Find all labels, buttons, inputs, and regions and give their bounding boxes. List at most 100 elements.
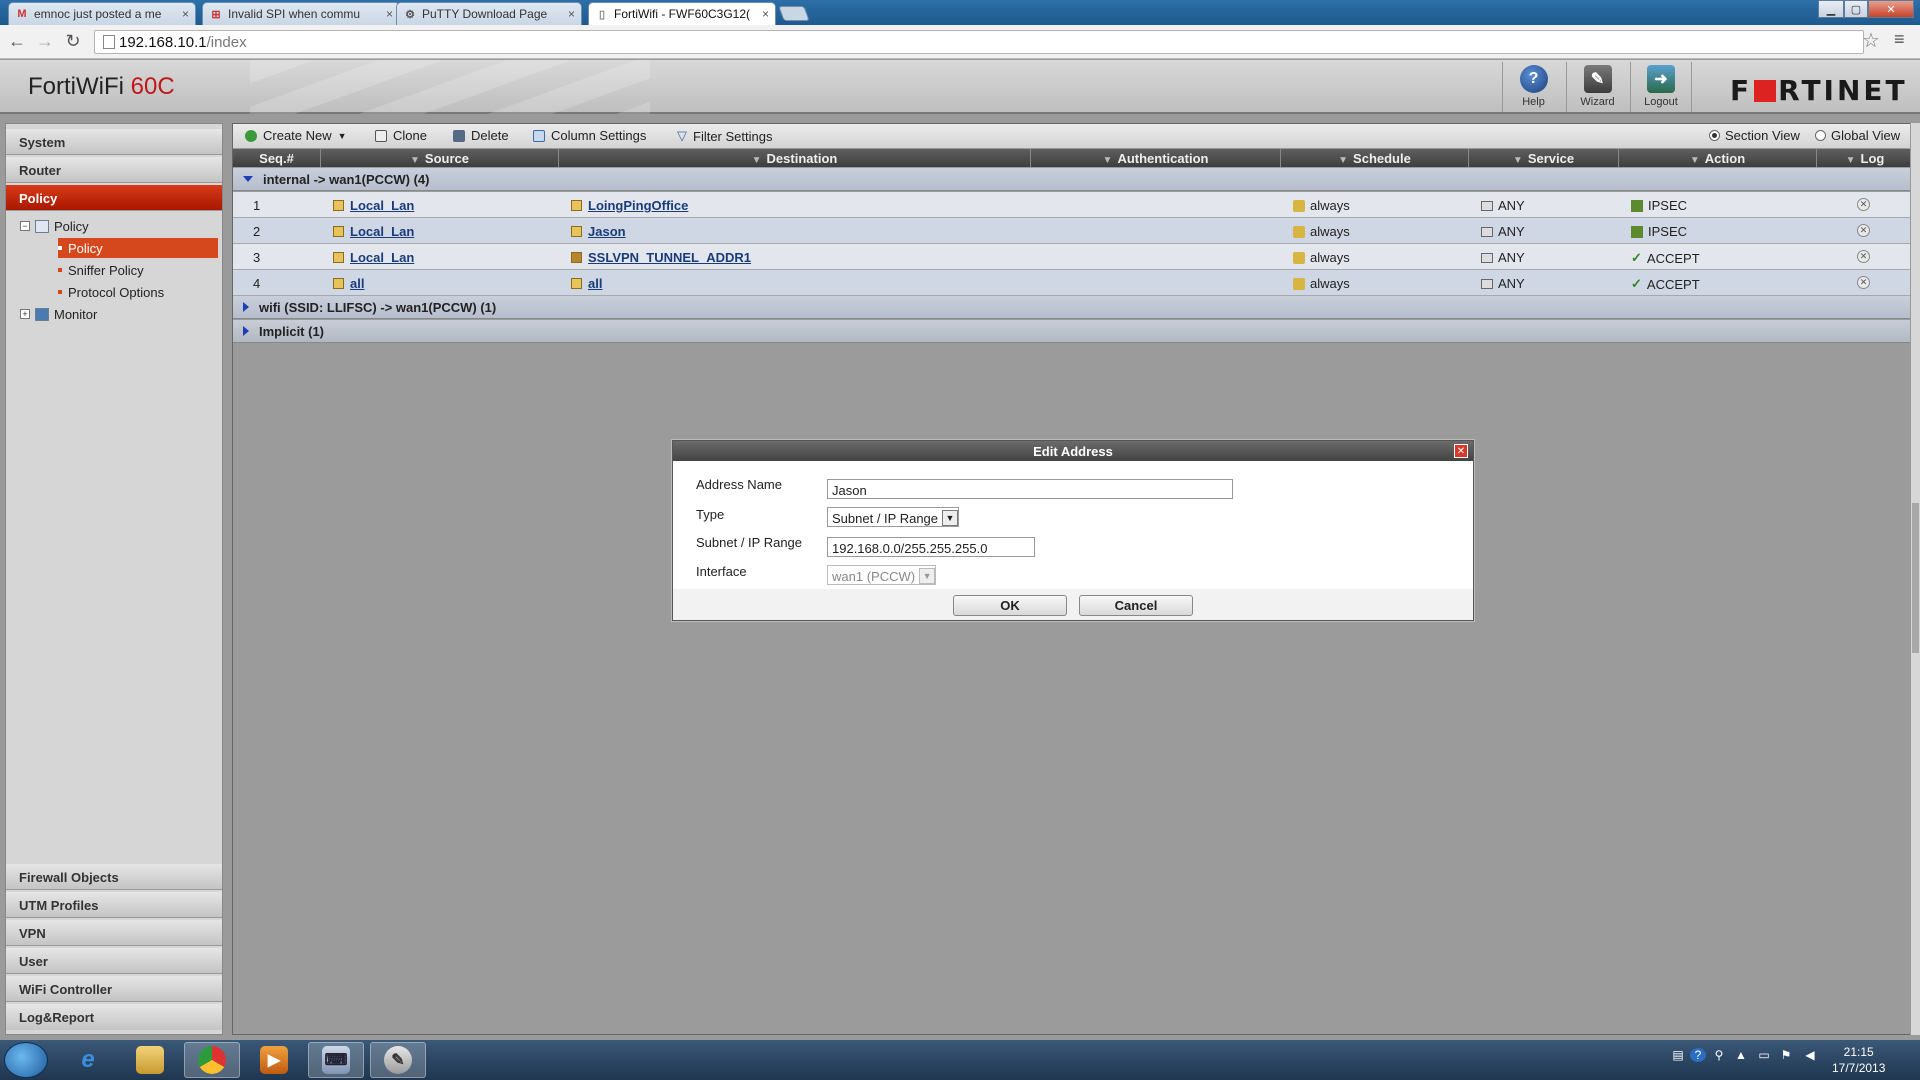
section-view-radio[interactable] (1709, 130, 1720, 141)
close-tab-icon[interactable]: × (568, 7, 575, 21)
sidebar-section-vpn[interactable]: VPN (6, 920, 222, 946)
header-source[interactable]: ▼ Source (321, 149, 559, 167)
table-row[interactable]: 2 Local_Lan Jason always ANY IPSEC ✕ (233, 218, 1913, 244)
filter-icon[interactable]: ▼ (1103, 155, 1113, 166)
table-row[interactable]: 1 Local_Lan LoingPingOffice always ANY I… (233, 192, 1913, 218)
taskbar-putty[interactable]: ⌨ (308, 1042, 364, 1078)
tree-policy-folder[interactable]: − Policy (20, 216, 89, 236)
filter-icon[interactable]: ▼ (1690, 155, 1700, 166)
cancel-button[interactable]: Cancel (1079, 595, 1193, 616)
browser-tab-fortiwifi[interactable]: ▯ FortiWifi - FWF60C3G12( × (588, 2, 776, 25)
dialog-close-icon[interactable]: ✕ (1454, 444, 1468, 458)
section-view-option[interactable]: Section View (1709, 128, 1800, 143)
policy-section-internal-wan1[interactable]: internal -> wan1(PCCW) (4) (233, 168, 1913, 191)
sidebar-section-policy[interactable]: Policy (6, 185, 222, 211)
policy-section-implicit[interactable]: Implicit (1) (233, 320, 1913, 343)
header-service[interactable]: ▼ Service (1469, 149, 1619, 167)
sidebar-section-user[interactable]: User (6, 948, 222, 974)
filter-icon[interactable]: ▼ (1338, 155, 1348, 166)
sidebar-section-utm-profiles[interactable]: UTM Profiles (6, 892, 222, 918)
expand-arrow-icon[interactable] (243, 302, 249, 312)
log-cell[interactable]: ✕ (1857, 224, 1870, 237)
tree-item-protocol-options[interactable]: Protocol Options (58, 282, 164, 302)
taskbar-chrome[interactable] (184, 1042, 240, 1078)
browser-menu-icon[interactable]: ≡ (1894, 29, 1905, 50)
global-view-radio[interactable] (1815, 130, 1826, 141)
scrollbar-thumb[interactable] (1912, 503, 1919, 653)
header-destination[interactable]: ▼ Destination (559, 149, 1031, 167)
source-cell[interactable]: all (333, 276, 364, 291)
sidebar-section-system[interactable]: System (6, 129, 222, 155)
tray-monitor-icon[interactable]: ▭ (1756, 1048, 1772, 1062)
collapse-arrow-icon[interactable] (243, 176, 253, 182)
url-input[interactable]: 192.168.10.1/index (94, 30, 1864, 54)
tray-help-icon[interactable]: ? (1690, 1048, 1706, 1062)
filter-icon[interactable]: ▼ (752, 155, 762, 166)
sidebar-section-wifi-controller[interactable]: WiFi Controller (6, 976, 222, 1002)
tray-show-hidden-icon[interactable]: ▲ (1734, 1048, 1748, 1062)
table-row[interactable]: 4 all all always ANY ✓ ACCEPT ✕ (233, 270, 1913, 296)
wizard-button[interactable]: ✎ Wizard (1566, 62, 1628, 112)
maximize-window-icon[interactable]: ▢ (1844, 0, 1868, 18)
create-new-button[interactable]: Create New ▼ (245, 128, 347, 143)
new-tab-button[interactable] (778, 6, 810, 21)
ok-button[interactable]: OK (953, 595, 1067, 616)
taskbar-internet-explorer[interactable]: e (60, 1042, 116, 1078)
tree-item-policy[interactable]: Policy (58, 238, 218, 258)
tray-flag-icon[interactable]: ⚑ (1778, 1048, 1794, 1062)
sidebar-section-router[interactable]: Router (6, 157, 222, 183)
browser-tab-forum[interactable]: ⊞ Invalid SPI when commu × (202, 2, 400, 25)
log-cell[interactable]: ✕ (1857, 198, 1870, 211)
collapse-icon[interactable]: − (20, 221, 30, 231)
filter-icon[interactable]: ▼ (1513, 155, 1523, 166)
start-button[interactable] (4, 1042, 48, 1078)
help-button[interactable]: ? Help (1502, 62, 1564, 112)
table-row[interactable]: 3 Local_Lan SSLVPN_TUNNEL_ADDR1 always A… (233, 244, 1913, 270)
filter-icon[interactable]: ▼ (410, 155, 420, 166)
close-tab-icon[interactable]: × (762, 7, 769, 21)
destination-cell[interactable]: Jason (571, 224, 626, 239)
expand-arrow-icon[interactable] (243, 326, 249, 336)
browser-tab-gmail[interactable]: M emnoc just posted a me × (8, 2, 196, 25)
clone-button[interactable]: Clone (375, 128, 427, 143)
taskbar-media-player[interactable]: ▶ (246, 1042, 302, 1078)
browser-tab-putty[interactable]: ⚙ PuTTY Download Page × (396, 2, 582, 25)
close-window-icon[interactable]: ✕ (1868, 0, 1914, 18)
tray-keyboard-icon[interactable]: ▤ (1670, 1048, 1686, 1062)
destination-cell[interactable]: SSLVPN_TUNNEL_ADDR1 (571, 250, 751, 265)
sidebar-section-log-report[interactable]: Log&Report (6, 1004, 222, 1030)
taskbar-file-explorer[interactable] (122, 1042, 178, 1078)
reload-icon[interactable]: ↻ (62, 31, 84, 52)
header-authentication[interactable]: ▼ Authentication (1031, 149, 1281, 167)
subnet-input[interactable]: 192.168.0.0/255.255.255.0 (827, 537, 1035, 557)
forward-arrow-icon[interactable]: → (34, 31, 56, 52)
header-schedule[interactable]: ▼ Schedule (1281, 149, 1469, 167)
tree-monitor[interactable]: + Monitor (20, 304, 97, 324)
address-name-input[interactable]: Jason (827, 479, 1233, 499)
policy-section-wifi-wan1[interactable]: wifi (SSID: LLIFSC) -> wan1(PCCW) (1) (233, 296, 1913, 319)
tray-volume-icon[interactable]: ◀ (1802, 1048, 1818, 1062)
source-cell[interactable]: Local_Lan (333, 198, 414, 213)
sidebar-section-firewall-objects[interactable]: Firewall Objects (6, 864, 222, 890)
destination-cell[interactable]: LoingPingOffice (571, 198, 688, 213)
header-seq[interactable]: Seq.# (233, 149, 321, 167)
vertical-scrollbar[interactable] (1910, 123, 1920, 1035)
minimize-window-icon[interactable]: ▁ (1818, 0, 1844, 18)
taskbar-clock[interactable]: 21:15 17/7/2013 (1832, 1044, 1885, 1076)
logout-button[interactable]: ➜ Logout (1630, 62, 1692, 112)
source-cell[interactable]: Local_Lan (333, 250, 414, 265)
column-settings-button[interactable]: Column Settings (533, 128, 646, 143)
filter-icon[interactable]: ▼ (1846, 155, 1856, 166)
type-select[interactable]: Subnet / IP Range ▼ (827, 507, 960, 527)
tree-item-sniffer-policy[interactable]: Sniffer Policy (58, 260, 144, 280)
global-view-option[interactable]: Global View (1815, 128, 1900, 143)
bookmark-star-icon[interactable]: ☆ (1862, 28, 1880, 53)
expand-icon[interactable]: + (20, 309, 30, 319)
destination-cell[interactable]: all (571, 276, 602, 291)
filter-settings-button[interactable]: ▽ Filter Settings (677, 128, 772, 144)
log-cell[interactable]: ✕ (1857, 250, 1870, 263)
dropdown-arrow-icon[interactable]: ▼ (942, 510, 959, 526)
header-action[interactable]: ▼ Action (1619, 149, 1817, 167)
tray-network-icon[interactable]: ⚲ (1712, 1048, 1726, 1062)
close-tab-icon[interactable]: × (386, 7, 393, 21)
